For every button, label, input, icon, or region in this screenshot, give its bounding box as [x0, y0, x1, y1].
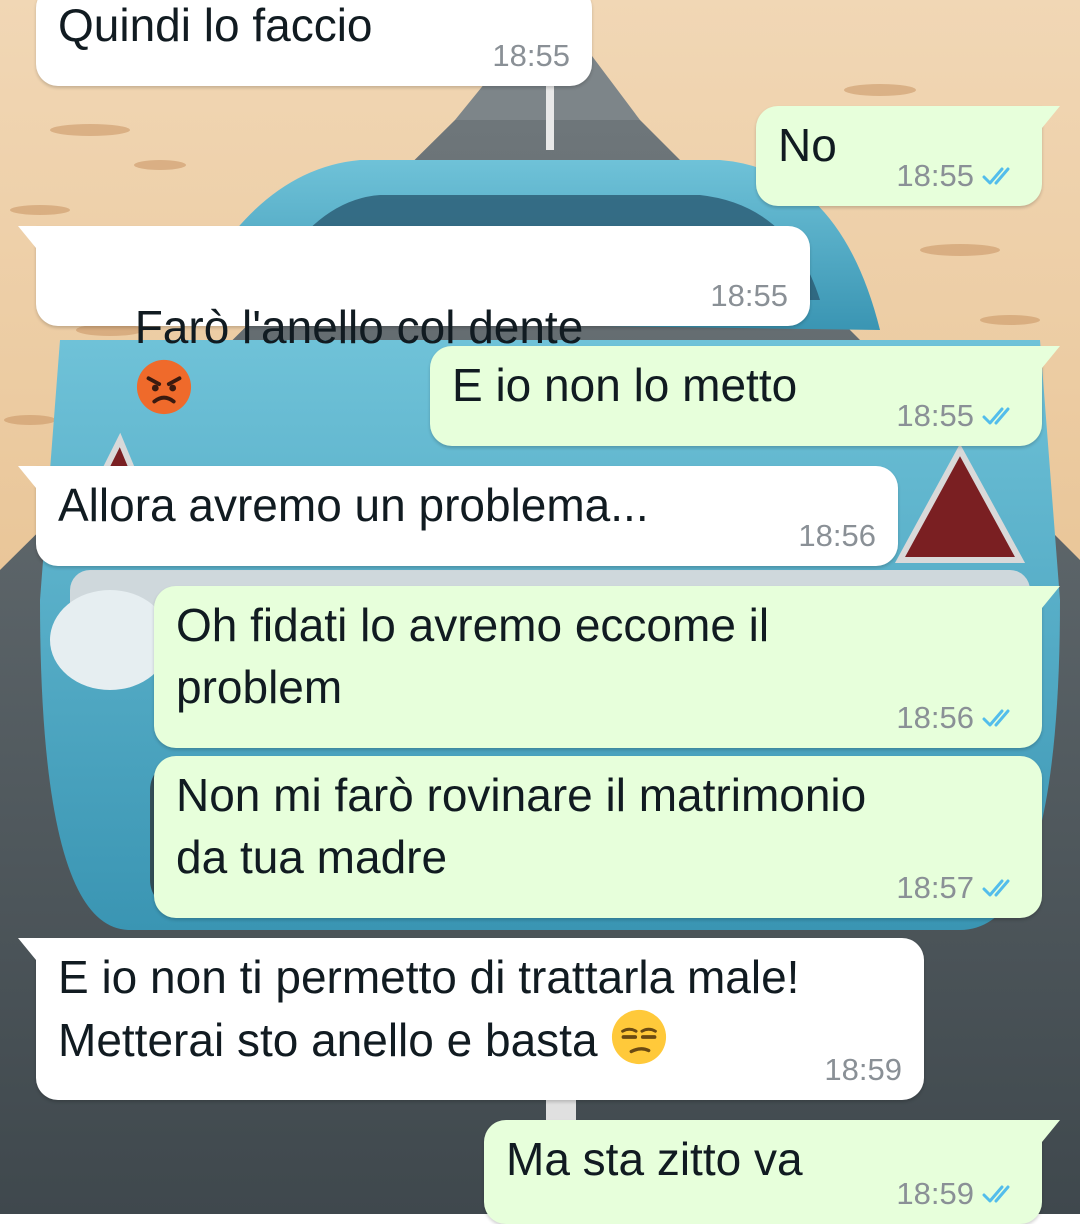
- angry-face-icon: [136, 359, 191, 415]
- message-text: No: [778, 119, 837, 171]
- message-meta: 18:59: [824, 1052, 902, 1088]
- message-text: Non mi farò rovinare il matrimonio da tu…: [176, 769, 867, 883]
- message-list[interactable]: Quindi lo faccio 18:55 No 18:55 Farò l'a…: [0, 0, 1080, 1224]
- message-meta: 18:56: [896, 700, 1020, 736]
- message-text: E io non lo metto: [452, 359, 798, 411]
- message-meta: 18:55: [896, 158, 1020, 194]
- read-double-check-icon: [982, 1185, 1010, 1203]
- message-bubble-outgoing[interactable]: Ma sta zitto va 18:59: [484, 1120, 1060, 1224]
- message-text: Allora avremo un problema...: [58, 479, 649, 531]
- message-meta: 18:59: [896, 1176, 1020, 1212]
- message-time: 18:55: [710, 278, 788, 313]
- message-time: 18:55: [492, 38, 570, 73]
- message-text: Ma sta zitto va: [506, 1133, 803, 1185]
- unamused-face-icon: [612, 1009, 667, 1065]
- message-bubble-incoming[interactable]: Allora avremo un problema... 18:56: [18, 466, 898, 566]
- read-double-check-icon: [982, 407, 1010, 425]
- message-meta: 18:55: [710, 278, 788, 314]
- message-bubble-outgoing[interactable]: Non mi farò rovinare il matrimonio da tu…: [154, 756, 1042, 918]
- message-meta: 18:55: [896, 398, 1020, 434]
- message-text: Quindi lo faccio: [58, 0, 373, 51]
- message-time: 18:59: [896, 1176, 974, 1211]
- message-time: 18:56: [798, 518, 876, 553]
- message-text: Oh fidati lo avremo eccome il problem: [176, 599, 770, 713]
- message-text: E io non ti permetto di trattarla male! …: [58, 946, 799, 1071]
- message-bubble-incoming[interactable]: Farò l'anello col dente 18:55: [18, 226, 810, 415]
- message-meta: 18:56: [798, 518, 876, 554]
- message-bubble-outgoing[interactable]: E io non lo metto 18:55: [430, 346, 1060, 446]
- read-double-check-icon: [982, 709, 1010, 727]
- message-bubble-incoming[interactable]: E io non ti permetto di trattarla male! …: [18, 938, 924, 1100]
- message-time: 18:55: [896, 398, 974, 433]
- message-meta: 18:57: [896, 870, 1020, 906]
- message-time: 18:55: [896, 158, 974, 193]
- message-time: 18:57: [896, 870, 974, 905]
- message-bubble-incoming[interactable]: Quindi lo faccio 18:55: [36, 0, 592, 86]
- read-double-check-icon: [982, 879, 1010, 897]
- message-time: 18:56: [896, 700, 974, 735]
- message-text-content: E io non ti permetto di trattarla male! …: [58, 951, 800, 1066]
- message-time: 18:59: [824, 1052, 902, 1087]
- message-bubble-outgoing[interactable]: Oh fidati lo avremo eccome il problem 18…: [154, 586, 1060, 748]
- read-double-check-icon: [982, 167, 1010, 185]
- message-bubble-outgoing[interactable]: No 18:55: [756, 106, 1060, 206]
- message-meta: 18:55: [492, 38, 570, 74]
